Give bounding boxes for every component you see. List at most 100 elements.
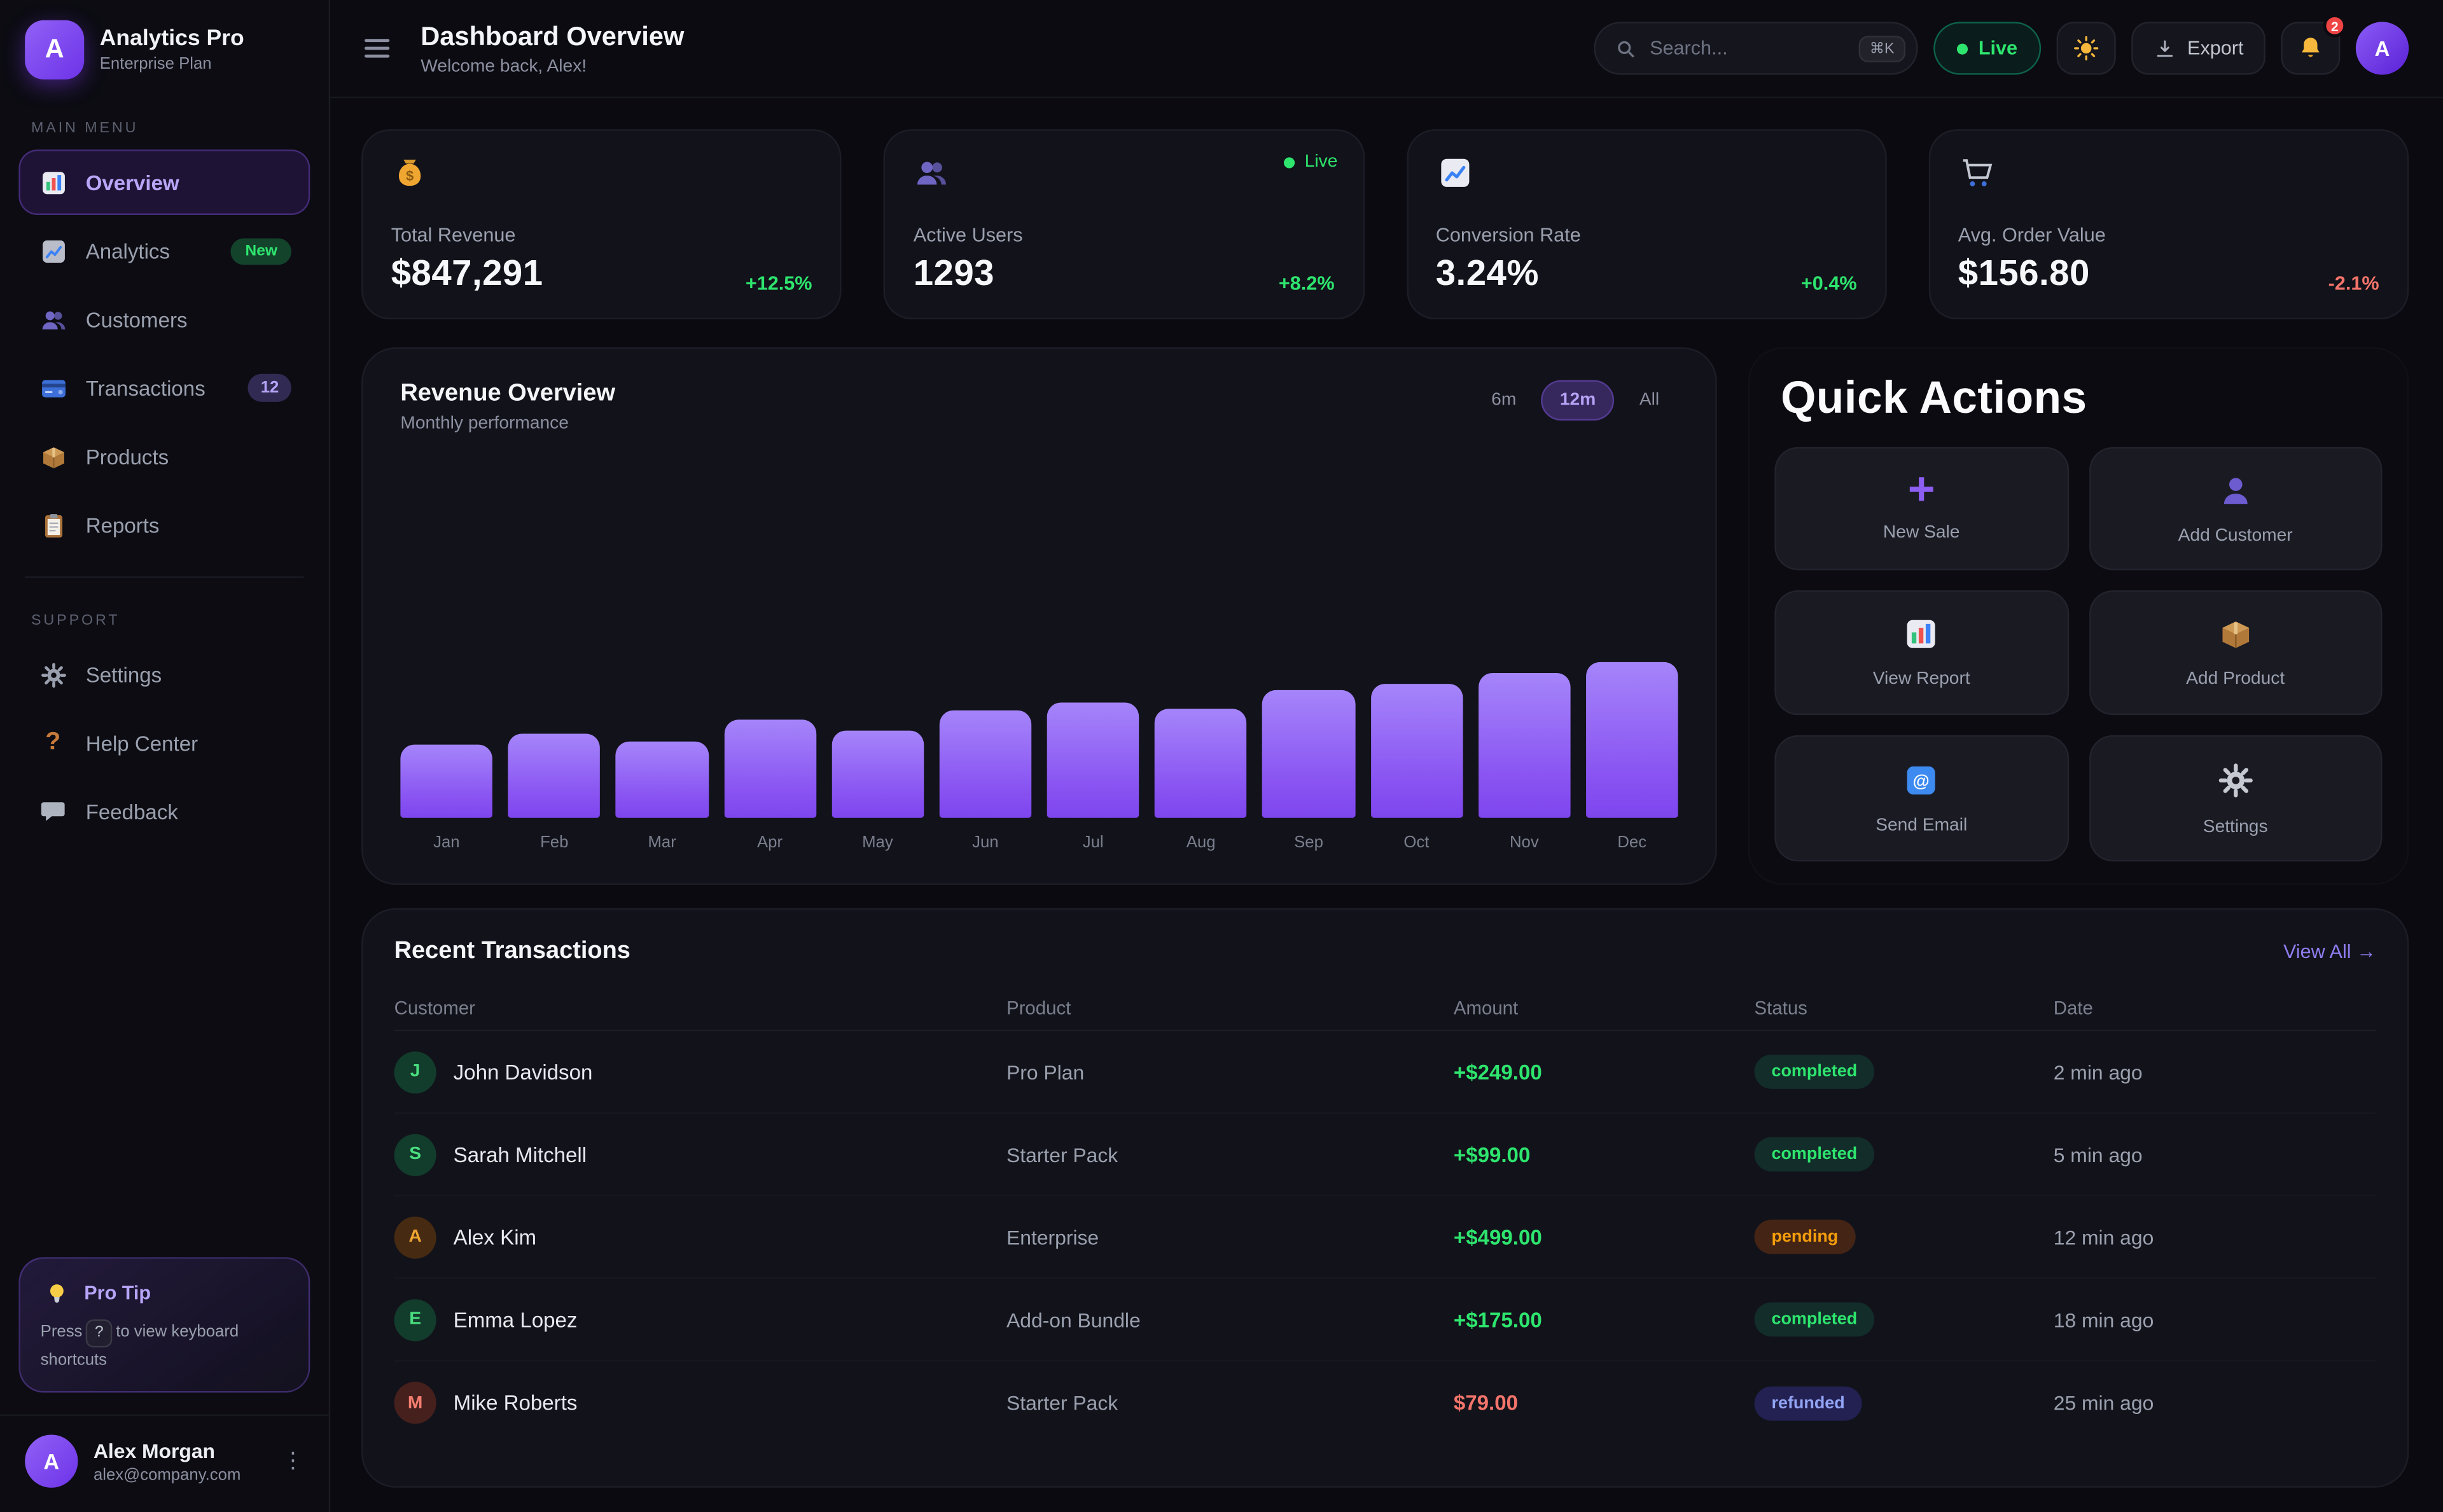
column-header: Status bbox=[1754, 996, 1807, 1018]
range-button-all[interactable]: All bbox=[1620, 380, 1678, 421]
count-badge: 12 bbox=[248, 373, 291, 402]
search-input[interactable]: Search... ⌘K bbox=[1593, 22, 1918, 75]
chart-bar[interactable] bbox=[1478, 672, 1571, 818]
page-subtitle: Welcome back, Alex! bbox=[421, 57, 587, 76]
tx-avatar: M bbox=[394, 1382, 436, 1424]
table-row[interactable]: J John Davidson Pro Plan +$249.00 comple… bbox=[394, 1031, 2376, 1114]
chart-bar[interactable] bbox=[616, 741, 709, 818]
sidebar-item-label: Products bbox=[85, 445, 169, 468]
sidebar-item-products[interactable]: Products bbox=[18, 424, 310, 489]
product-name: Starter Pack bbox=[1006, 1142, 1118, 1167]
x-tick: Nov bbox=[1509, 833, 1539, 852]
sidebar: A Analytics Pro Enterprise Plan MAIN MEN… bbox=[0, 0, 331, 1512]
range-button-12m[interactable]: 12m bbox=[1541, 380, 1615, 421]
section-label-main-menu: MAIN MENU bbox=[31, 120, 139, 137]
svg-text:$: $ bbox=[406, 168, 414, 184]
settings-button[interactable]: Settings bbox=[2088, 735, 2383, 862]
live-dot bbox=[1956, 43, 1968, 54]
x-tick: Sep bbox=[1294, 833, 1323, 852]
table-row[interactable]: A Alex Kim Enterprise +$499.00 pending 1… bbox=[394, 1196, 2376, 1279]
chart-up-icon bbox=[1436, 154, 1473, 191]
sidebar-item-label: Settings bbox=[85, 663, 162, 686]
user-email: alex@company.com bbox=[93, 1465, 241, 1484]
chart-bar[interactable] bbox=[1370, 684, 1463, 818]
theme-toggle-button[interactable] bbox=[2056, 22, 2116, 75]
sidebar-divider bbox=[25, 576, 304, 578]
sidebar-item-help-center[interactable]: ? Help Center bbox=[18, 711, 310, 776]
revenue-bar-chart bbox=[400, 662, 1678, 818]
sidebar-item-label: Transactions bbox=[85, 376, 205, 400]
chart-bar[interactable] bbox=[1262, 690, 1355, 818]
recent-transactions-panel: Recent Transactions View All → Customer … bbox=[361, 908, 2409, 1488]
quick-actions-title: Quick Actions bbox=[1781, 373, 2087, 424]
x-tick: Jan bbox=[433, 833, 460, 852]
chart-bar[interactable] bbox=[1155, 709, 1248, 818]
chart-bar[interactable] bbox=[831, 730, 924, 818]
stat-card-active-users[interactable]: Live Active Users 1293 +8.2% bbox=[884, 129, 1365, 320]
tx-amount: $79.00 bbox=[1453, 1391, 1519, 1415]
chart-x-axis: Jan Feb Mar Apr May Jun Jul Aug Sep Oct … bbox=[400, 833, 1678, 852]
chart-bar[interactable] bbox=[508, 733, 601, 818]
tx-amount: +$99.00 bbox=[1453, 1142, 1531, 1167]
gear-icon bbox=[2215, 760, 2256, 801]
stat-change: +12.5% bbox=[745, 272, 812, 295]
view-all-link[interactable]: View All → bbox=[2283, 941, 2376, 962]
more-options-icon[interactable]: ⋮ bbox=[282, 1449, 303, 1474]
status-badge: refunded bbox=[1754, 1385, 1862, 1420]
send-email-button[interactable]: @ Send Email bbox=[1774, 735, 2069, 862]
table-row[interactable]: E Emma Lopez Add-on Bundle +$175.00 comp… bbox=[394, 1279, 2376, 1362]
app-root: A Analytics Pro Enterprise Plan MAIN MEN… bbox=[0, 0, 2443, 1512]
customer-name: Mike Roberts bbox=[453, 1391, 578, 1415]
chart-bar[interactable] bbox=[723, 719, 816, 818]
table-row[interactable]: S Sarah Mitchell Starter Pack +$99.00 co… bbox=[394, 1114, 2376, 1196]
tx-avatar: J bbox=[394, 1050, 436, 1093]
product-name: Starter Pack bbox=[1006, 1391, 1118, 1415]
stat-card-conversion-rate[interactable]: Conversion Rate 3.24% +0.4% bbox=[1406, 129, 1887, 320]
chart-bar[interactable] bbox=[939, 710, 1032, 818]
new-sale-button[interactable]: + New Sale bbox=[1774, 447, 2069, 571]
sidebar-item-overview[interactable]: Overview bbox=[18, 149, 310, 215]
range-button-6m[interactable]: 6m bbox=[1473, 380, 1535, 421]
chart-bar[interactable] bbox=[1585, 662, 1678, 818]
stat-value: $847,291 bbox=[391, 252, 543, 293]
sidebar-item-label: Feedback bbox=[85, 800, 178, 824]
view-report-button[interactable]: View Report bbox=[1774, 590, 2069, 715]
sidebar-item-customers[interactable]: Customers bbox=[18, 287, 310, 352]
live-status-button[interactable]: Live bbox=[1933, 22, 2041, 75]
sidebar-item-feedback[interactable]: Feedback bbox=[18, 779, 310, 844]
notifications-button[interactable]: 2 bbox=[2281, 14, 2347, 75]
table-row[interactable]: M Mike Roberts Starter Pack $79.00 refun… bbox=[394, 1361, 2376, 1444]
revenue-overview-panel: Revenue Overview Monthly performance 6m … bbox=[361, 347, 1717, 885]
hamburger-menu-icon[interactable] bbox=[358, 32, 396, 64]
tx-amount: +$175.00 bbox=[1453, 1307, 1542, 1331]
money-bag-icon: $ bbox=[391, 154, 429, 191]
status-badge: completed bbox=[1754, 1137, 1875, 1172]
stat-card-total-revenue[interactable]: $ Total Revenue $847,291 +12.5% bbox=[361, 129, 842, 320]
brand: A Analytics Pro Enterprise Plan bbox=[0, 0, 329, 101]
profile-avatar[interactable]: A bbox=[2355, 22, 2409, 75]
x-tick: May bbox=[862, 833, 893, 852]
chart-bar[interactable] bbox=[400, 744, 493, 818]
users-icon bbox=[38, 304, 69, 335]
stat-value: 1293 bbox=[913, 252, 994, 293]
sidebar-item-transactions[interactable]: Transactions 12 bbox=[18, 355, 310, 420]
email-icon: @ bbox=[1903, 761, 1940, 799]
sidebar-item-analytics[interactable]: Analytics New bbox=[18, 218, 310, 284]
top-bar: Dashboard Overview Welcome back, Alex! S… bbox=[330, 0, 2443, 99]
product-name: Enterprise bbox=[1006, 1225, 1099, 1249]
brand-name: Analytics Pro bbox=[99, 26, 244, 52]
column-header: Amount bbox=[1453, 996, 1519, 1018]
pro-tip-text: Press? to view keyboard shortcuts bbox=[41, 1319, 288, 1373]
main-area: Dashboard Overview Welcome back, Alex! S… bbox=[330, 0, 2443, 1512]
chart-bar[interactable] bbox=[1047, 702, 1139, 818]
stat-label: Total Revenue bbox=[391, 224, 516, 246]
sidebar-user[interactable]: A Alex Morgan alex@company.com ⋮ bbox=[0, 1414, 329, 1512]
add-customer-button[interactable]: Add Customer bbox=[2088, 447, 2383, 571]
export-button[interactable]: Export bbox=[2131, 22, 2266, 75]
sidebar-item-reports[interactable]: Reports bbox=[18, 492, 310, 558]
stat-card-avg-order-value[interactable]: Avg. Order Value $156.80 -2.1% bbox=[1928, 129, 2409, 320]
sidebar-item-label: Analytics bbox=[85, 239, 171, 263]
status-badge: completed bbox=[1754, 1302, 1875, 1337]
sidebar-item-settings[interactable]: Settings bbox=[18, 642, 310, 707]
add-product-button[interactable]: Add Product bbox=[2088, 590, 2383, 715]
